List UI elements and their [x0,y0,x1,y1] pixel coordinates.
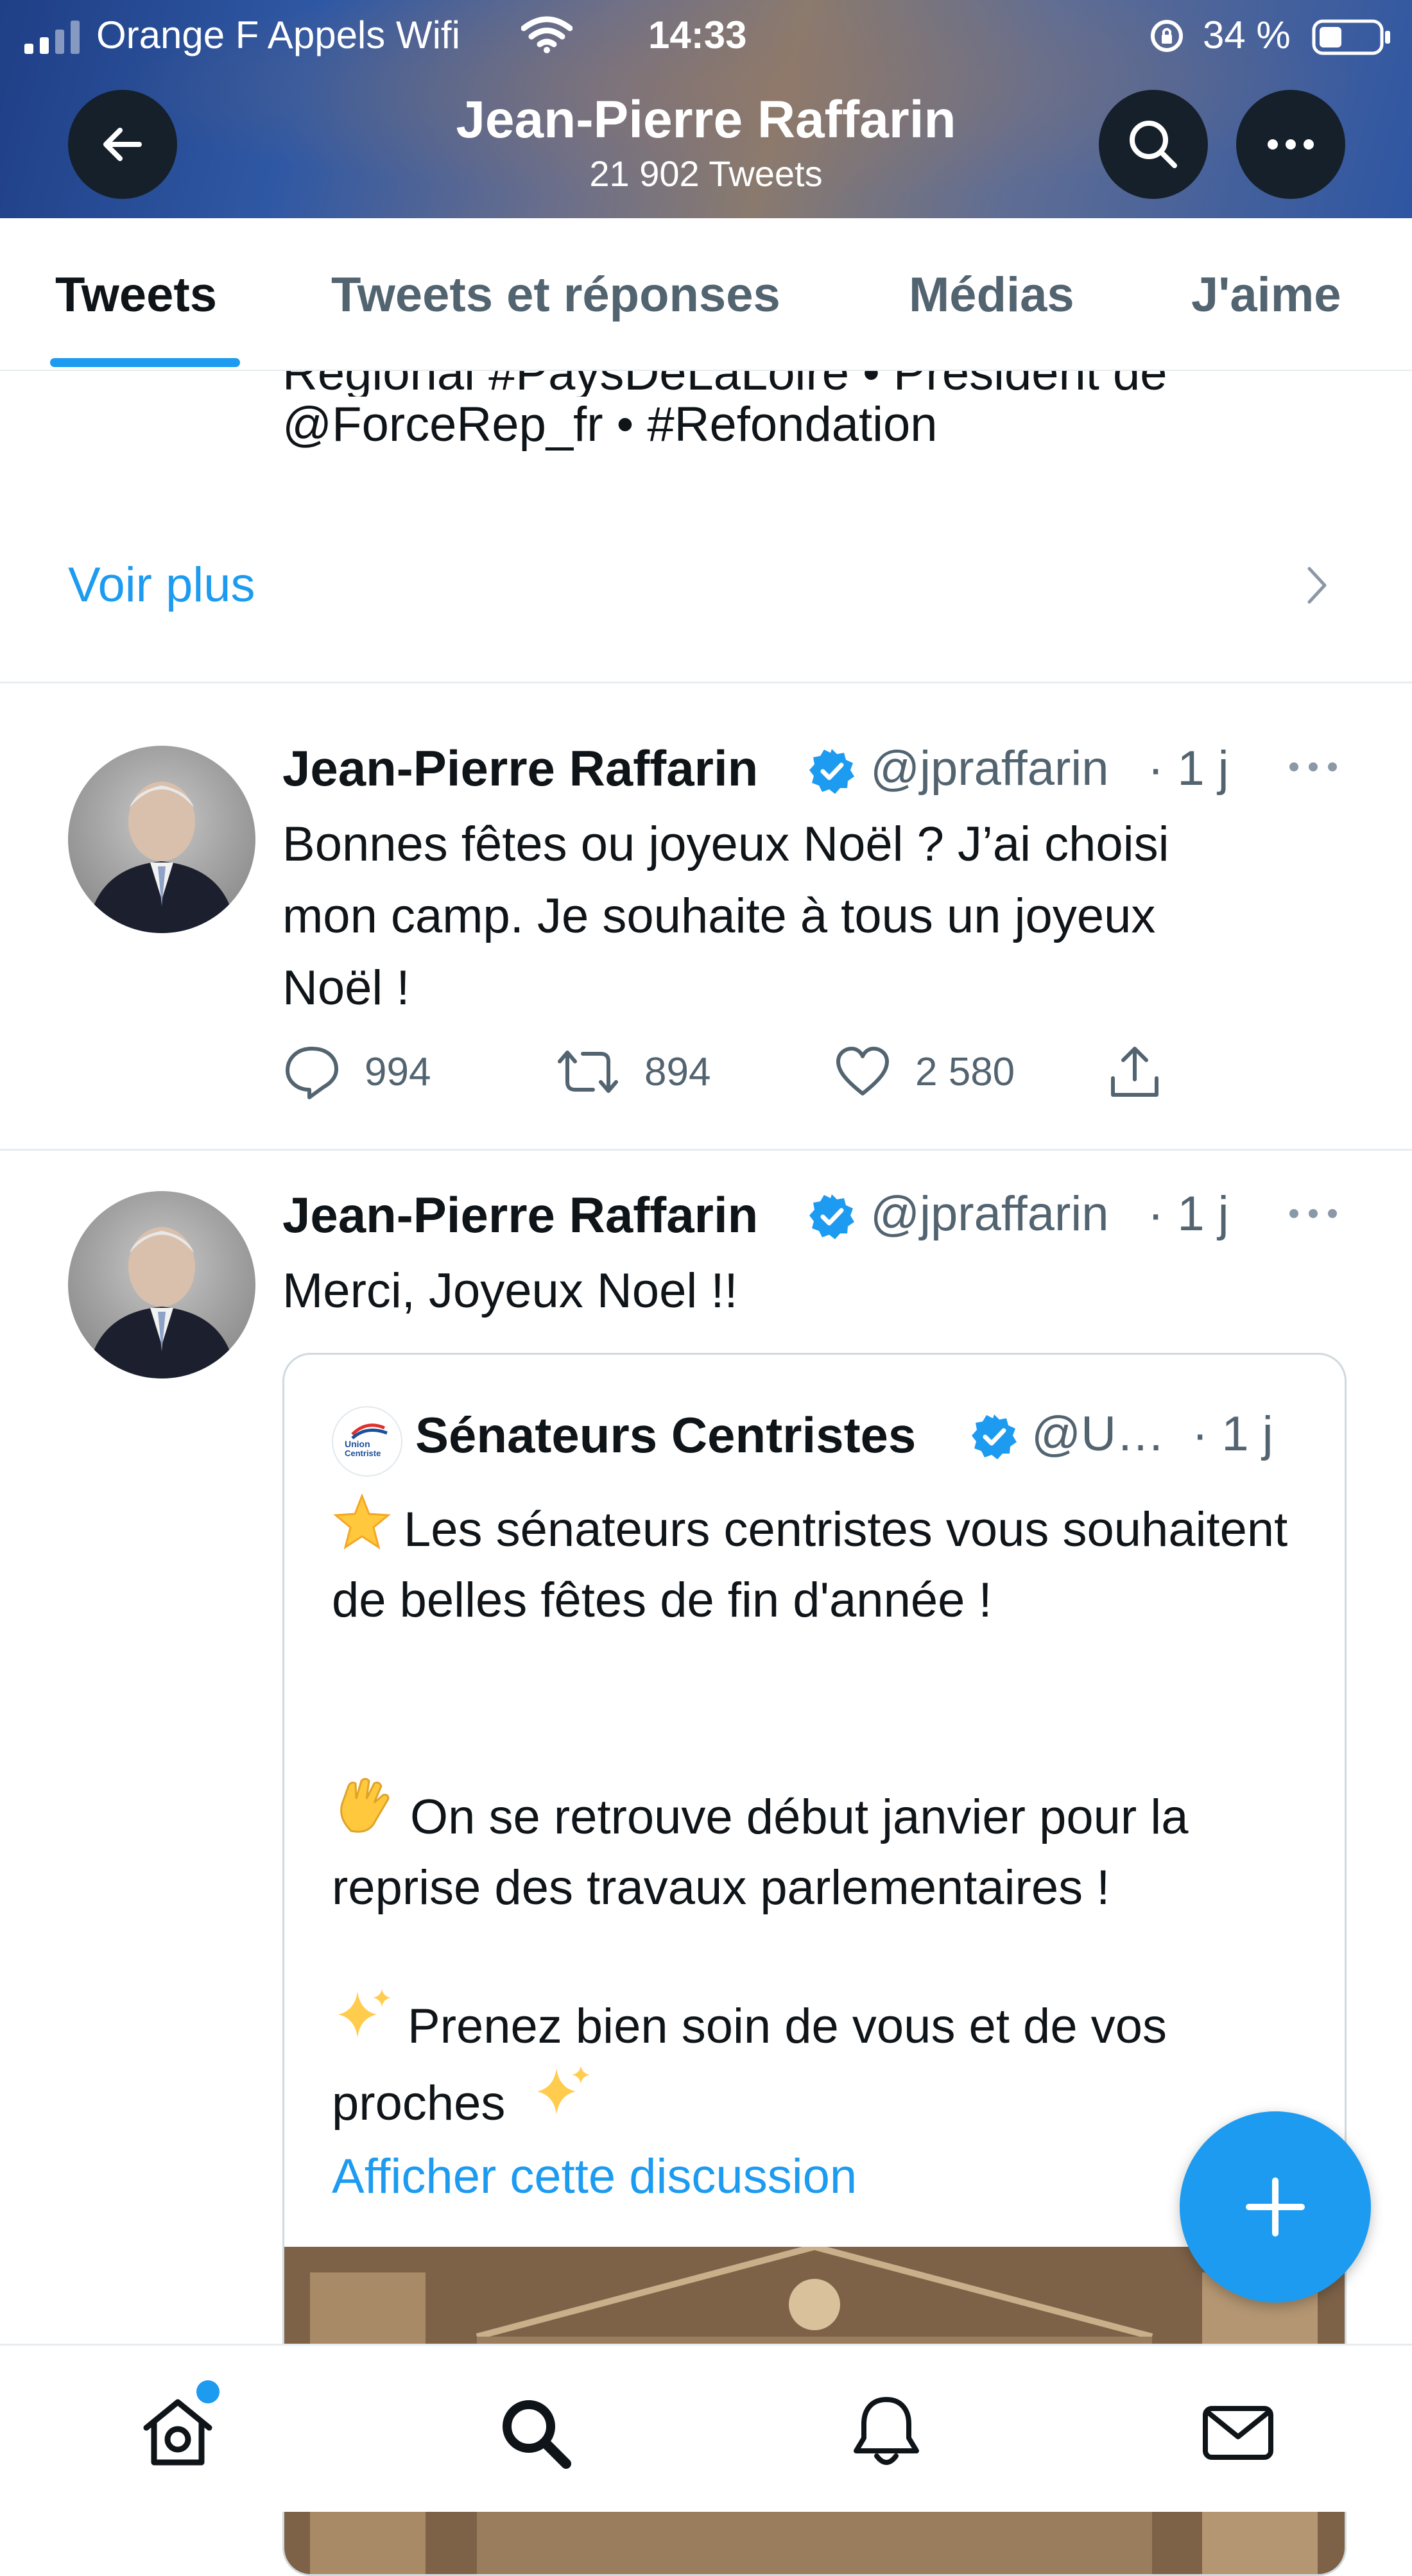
quoted-paragraph-2-text: On se retrouve début janvier pour la rep… [332,1790,1189,1915]
tweet-text: Bonnes fêtes ou joyeux Noël ? J’ai chois… [282,817,1169,1015]
plus-icon [1246,2177,1305,2237]
retweet-icon [558,1051,618,1093]
divider [0,682,1412,683]
show-thread-link[interactable]: Afficher cette discussion [332,2142,1320,2212]
carrier-label: Orange F Appels Wifi [96,13,460,56]
quoted-paragraph-1: Les sénateurs centristes vous souhaitent… [332,1492,1320,1636]
svg-text:Centriste: Centriste [345,1448,381,1458]
tweet-text: Merci, Joyeux Noel !! [282,1264,738,1318]
reply-icon [286,1047,338,1099]
share-icon [1111,1047,1158,1097]
quoted-author-name: Sénateurs Centristes [415,1407,917,1463]
notifications-bell-icon[interactable] [845,2391,928,2474]
quoted-time: · 1 j [1192,1407,1273,1461]
new-content-dot [193,2376,223,2407]
like-count: 2 580 [915,1049,1015,1094]
tweet-handle[interactable]: @jpraffarin [870,1186,1108,1242]
cellular-signal-icon [24,19,86,54]
tweet-time: · 1 j [1148,741,1229,796]
wifi-icon [521,15,573,54]
compose-tweet-button[interactable] [1180,2111,1371,2303]
profile-tabs: Tweets Tweets et réponses Médias J'aime [0,218,1412,371]
retweet-button[interactable]: 894 [555,1042,710,1101]
avatar[interactable] [68,1191,255,1378]
avatar[interactable] [68,746,255,933]
tweet-author-name[interactable]: Jean-Pierre Raffarin [282,739,758,798]
verified-badge-icon [807,747,856,796]
sparkles-icon [332,1985,396,2049]
profile-header-banner: Orange F Appels Wifi 14:33 34 % Jean-Pie… [0,0,1412,218]
verified-badge-icon [970,1413,1019,1461]
quoted-paragraph-3-text: Prenez bien soin de vous et de vos proch… [332,1999,1167,2131]
tweet-more-icon[interactable] [1287,1206,1339,1221]
verified-badge-icon [807,1192,856,1241]
rotation-lock-icon [1148,17,1186,55]
tweet-more-icon[interactable] [1287,760,1339,774]
svg-text:Union: Union [345,1439,370,1449]
explore-search-icon[interactable] [493,2391,576,2474]
share-button[interactable] [1105,1042,1164,1101]
divider [0,1149,1412,1151]
sparkles-icon [531,2062,595,2126]
quoted-paragraph-1-text: Les sénateurs centristes vous souhaitent… [332,1502,1288,1627]
quoted-paragraph-3: Prenez bien soin de vous et de vos proch… [332,1985,1320,2139]
tweet-handle[interactable]: @jpraffarin [870,741,1108,796]
active-tab-indicator [50,358,240,367]
chevron-right-icon[interactable] [1304,565,1330,606]
search-button[interactable] [1099,90,1208,199]
quoted-handle: @U… [1031,1407,1166,1461]
tab-media[interactable]: Médias [909,267,1074,323]
tab-tweets-and-replies[interactable]: Tweets et réponses [331,267,780,323]
tweet-time: · 1 j [1148,1187,1229,1241]
battery-icon [1312,19,1393,55]
clock: 14:33 [648,13,747,56]
reply-button[interactable]: 994 [282,1042,431,1101]
waving-hand-icon [332,1773,399,1840]
battery-percent: 34 % [1203,13,1291,56]
bio-last-line: @ForceRep_fr • #Refondation [282,397,938,452]
more-horizontal-icon [1268,139,1314,150]
tweet-author-name[interactable]: Jean-Pierre Raffarin [282,1186,758,1244]
search-icon [1130,121,1177,168]
glowing-star-icon [332,1492,392,1552]
retweet-count: 894 [644,1049,711,1094]
reply-count: 994 [365,1049,431,1094]
see-more-link[interactable]: Voir plus [68,557,255,613]
messages-mail-icon[interactable] [1196,2391,1280,2474]
status-bar: Orange F Appels Wifi 14:33 34 % [0,0,1412,71]
tab-tweets[interactable]: Tweets [55,267,217,323]
quoted-paragraph-2: On se retrouve début janvier pour la rep… [332,1773,1320,1923]
bottom-tab-bar [0,2344,1412,2512]
heart-icon [836,1047,889,1095]
more-options-button[interactable] [1236,90,1345,199]
quoted-avatar-logo: Union Centriste [332,1406,402,1477]
tab-likes[interactable]: J'aime [1191,267,1341,323]
like-button[interactable]: 2 580 [833,1042,1015,1101]
